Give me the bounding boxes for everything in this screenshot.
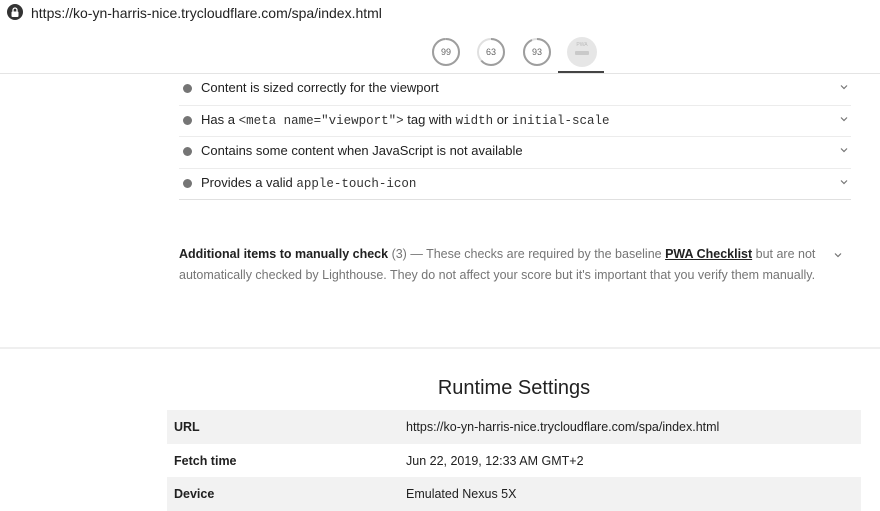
audit-list: Content is sized correctly for the viewp…: [179, 74, 851, 200]
chevron-down-icon[interactable]: [839, 145, 849, 155]
audit-item[interactable]: Provides a valid apple-touch-icon: [179, 169, 851, 200]
audit-title: Has a <meta name="viewport"> tag with wi…: [201, 112, 609, 128]
setting-key: URL: [174, 420, 200, 434]
audit-code: <meta name="viewport">: [238, 113, 404, 128]
audit-status-icon: [183, 84, 192, 93]
audit-title: Contains some content when JavaScript is…: [201, 143, 523, 158]
audit-text: Content is sized correctly for the viewp…: [201, 80, 439, 95]
setting-key: Device: [174, 487, 215, 501]
manual-check-title: Additional items to manually check: [179, 247, 389, 261]
table-row: URL https://ko-yn-harris-nice.trycloudfl…: [167, 410, 861, 444]
gauge-pwa[interactable]: PWA: [567, 37, 597, 67]
audit-status-icon: [183, 147, 192, 156]
audit-status-icon: [183, 178, 192, 188]
runtime-settings-title: Runtime Settings: [437, 377, 591, 399]
url-bar: https://ko-yn-harris-nice.trycloudflare.…: [0, 0, 880, 26]
chevron-down-icon[interactable]: [839, 82, 849, 92]
table-row: Device Emulated Nexus 5X: [167, 477, 861, 511]
audit-status-icon: [183, 115, 192, 125]
audit-item[interactable]: Content is sized correctly for the viewp…: [179, 74, 851, 106]
pwa-checklist-link[interactable]: PWA Checklist: [665, 247, 752, 261]
url-text[interactable]: https://ko-yn-harris-nice.trycloudflare.…: [31, 5, 382, 21]
gauge-best-practices[interactable]: 93: [522, 37, 552, 67]
audit-text: tag with: [403, 111, 456, 127]
setting-key: Fetch time: [174, 453, 237, 468]
gauge-score: 99: [440, 47, 451, 57]
gauge-accessibility[interactable]: 63: [476, 37, 506, 67]
manual-check-group[interactable]: Additional items to manually check (3) —…: [179, 244, 859, 286]
audit-code: apple-touch-icon: [296, 176, 417, 191]
gauge-score: 63: [485, 47, 496, 57]
manual-check-count: (3): [391, 247, 407, 261]
setting-value: Emulated Nexus 5X: [406, 487, 517, 501]
table-row: Fetch time Jun 22, 2019, 12:33 AM GMT+2: [167, 444, 861, 478]
pwa-bar: [575, 51, 589, 55]
audit-title: Provides a valid apple-touch-icon: [201, 175, 416, 191]
audit-item[interactable]: Contains some content when JavaScript is…: [179, 137, 851, 169]
audit-item[interactable]: Has a <meta name="viewport"> tag with wi…: [179, 106, 851, 137]
gauge-score: 93: [531, 47, 542, 57]
score-gauges: 99 63 93 PWA: [0, 30, 880, 74]
audit-title: Content is sized correctly for the viewp…: [201, 80, 439, 95]
audit-code: width: [455, 113, 494, 128]
chevron-down-icon[interactable]: [839, 177, 849, 187]
setting-value: https://ko-yn-harris-nice.trycloudflare.…: [406, 420, 720, 434]
manual-check-desc: — These checks are required by the basel…: [406, 247, 666, 261]
audit-text: Provides a valid: [201, 174, 297, 190]
audit-text: Contains some content when JavaScript is…: [201, 143, 523, 158]
chevron-down-icon[interactable]: [839, 114, 849, 124]
audit-text: Has a: [201, 111, 239, 127]
audit-code: initial-scale: [511, 113, 610, 128]
gauge-performance[interactable]: 99: [431, 37, 461, 67]
lock-icon: [7, 4, 23, 20]
pwa-label: PWA: [576, 42, 588, 48]
chevron-down-icon[interactable]: [833, 250, 843, 260]
setting-value: Jun 22, 2019, 12:33 AM GMT+2: [406, 453, 584, 468]
audit-text: or: [493, 111, 512, 127]
section-divider: [0, 347, 880, 349]
runtime-settings-table: URL https://ko-yn-harris-nice.trycloudfl…: [167, 410, 861, 511]
